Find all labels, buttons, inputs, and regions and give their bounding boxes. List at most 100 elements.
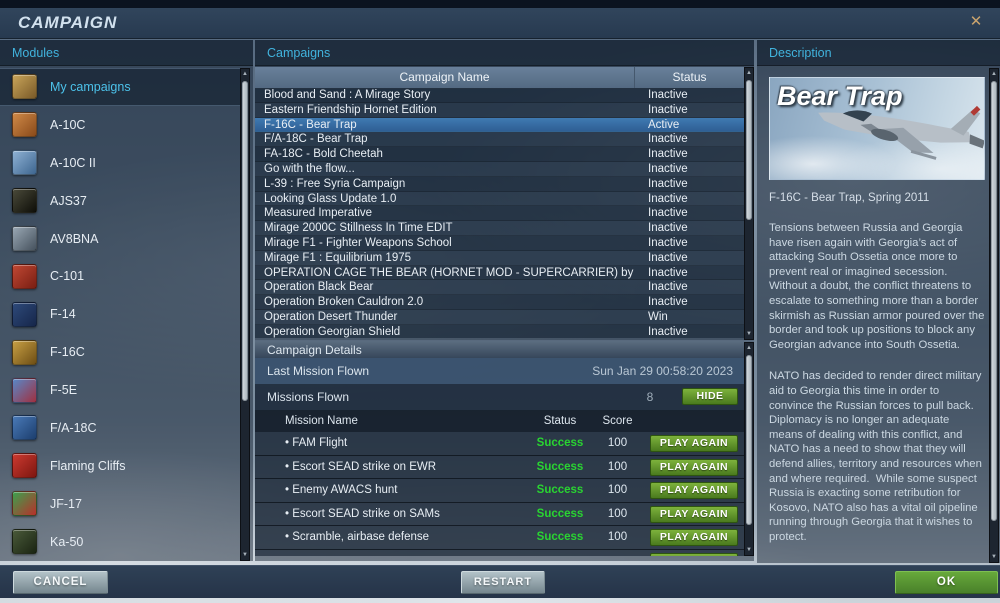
campaign-name: Operation Georgian Shield: [264, 325, 401, 338]
play-again-button[interactable]: PLAY AGAIN: [650, 505, 738, 523]
module-item[interactable]: C-101: [0, 257, 240, 295]
module-label: A-10C II: [50, 155, 96, 170]
mission-row: Scramble, airbase defense Success 100 PL…: [255, 526, 744, 550]
campaign-row[interactable]: Looking Glass Update 1.0 Inactive: [255, 191, 744, 207]
module-item[interactable]: A-10C II: [0, 144, 240, 182]
play-again-button[interactable]: PLAY AGAIN: [650, 458, 738, 476]
mission-row: Escort SEAD strike on SAMs Success 100 P…: [255, 502, 744, 526]
campaign-row[interactable]: Eastern Friendship Hornet Edition Inacti…: [255, 102, 744, 118]
campaign-row[interactable]: L-39 : Free Syria Campaign Inactive: [255, 176, 744, 192]
module-label: F-14: [50, 307, 76, 322]
image-title: Bear Trap: [777, 81, 903, 111]
campaigns-scrollbar[interactable]: [744, 67, 754, 340]
campaign-row[interactable]: Measured Imperative Inactive: [255, 206, 744, 222]
description-paragraph: Tensions between Russia and Georgia have…: [769, 222, 985, 351]
play-again-button[interactable]: PLAY AGAIN: [650, 529, 738, 546]
module-item[interactable]: My campaigns: [0, 68, 240, 106]
scroll-down-icon[interactable]: [745, 545, 753, 555]
module-item[interactable]: Ka-50: [0, 523, 240, 561]
campaign-row[interactable]: FA-18C - Bold Cheetah Inactive: [255, 147, 744, 162]
missions-flown-label: Missions Flown: [267, 390, 350, 404]
campaign-row[interactable]: Operation Black Bear Inactive: [255, 280, 744, 296]
campaign-status: Inactive: [648, 89, 688, 101]
module-item[interactable]: JF-17: [0, 485, 240, 523]
module-item[interactable]: F-14: [0, 295, 240, 333]
module-item[interactable]: F-5E: [0, 371, 240, 409]
module-icon: [12, 453, 37, 479]
mission-status: Success: [536, 507, 584, 520]
campaign-row[interactable]: Operation Desert Thunder Win: [255, 309, 744, 325]
column-mission-score: Score: [602, 415, 633, 427]
description-scrollbar[interactable]: [989, 68, 999, 563]
description-header: Description: [757, 40, 1000, 66]
campaign-status: Inactive: [648, 266, 688, 279]
module-item[interactable]: AJS37: [0, 182, 240, 220]
scrollbar-thumb[interactable]: [242, 81, 248, 401]
campaign-name: Measured Imperative: [264, 207, 373, 220]
campaign-name: F/A-18C - Bear Trap: [264, 133, 368, 146]
modules-list: My campaigns A-10C A-10C II AJS37 AV8BNA: [0, 68, 240, 561]
module-label: C-101: [50, 269, 85, 284]
close-icon[interactable]: ✕: [967, 13, 985, 31]
module-label: F/A-18C: [50, 420, 97, 435]
campaign-row[interactable]: Go with the flow... Inactive: [255, 161, 744, 177]
modules-scrollbar[interactable]: [240, 68, 250, 561]
campaign-row[interactable]: Operation Georgian Shield Inactive: [255, 324, 744, 338]
module-icon: [12, 263, 37, 289]
module-item[interactable]: F-16C: [0, 333, 240, 371]
campaign-row[interactable]: OPERATION CAGE THE BEAR (HORNET MOD - SU…: [255, 265, 744, 281]
module-icon: [12, 150, 37, 176]
mission-row: Enemy AWACS hunt Success 100 PLAY AGAIN: [255, 479, 744, 503]
module-label: AV8BNA: [50, 231, 99, 246]
hide-button[interactable]: HIDE: [682, 388, 738, 405]
campaign-status: Inactive: [648, 162, 688, 175]
campaign-row[interactable]: Mirage 2000C Stillness In Time EDIT Inac…: [255, 221, 744, 236]
play-again-button[interactable]: PLAY AGAIN: [650, 482, 738, 499]
scroll-down-icon[interactable]: [990, 552, 998, 562]
campaign-row[interactable]: Operation Broken Cauldron 2.0 Inactive: [255, 295, 744, 310]
campaign-row[interactable]: Mirage F1 : Equilibrium 1975 Inactive: [255, 250, 744, 266]
last-mission-row: Last Mission Flown Sun Jan 29 00:58:20 2…: [255, 358, 754, 384]
column-campaign-name: Campaign Name: [255, 67, 635, 88]
scroll-up-icon[interactable]: [241, 69, 249, 79]
cancel-button[interactable]: CANCEL: [13, 571, 108, 594]
ok-button[interactable]: OK: [895, 571, 998, 594]
module-item[interactable]: F/A-18C: [0, 409, 240, 447]
scroll-down-icon[interactable]: [241, 550, 249, 560]
module-label: F-16C: [50, 345, 85, 360]
restart-button[interactable]: RESTART: [461, 571, 545, 594]
mission-name: Escort SEAD strike on SAMs: [285, 503, 440, 526]
scroll-down-icon[interactable]: [745, 329, 753, 339]
module-item[interactable]: A-10C: [0, 106, 240, 144]
campaign-row[interactable]: Blood and Sand : A Mirage Story Inactive: [255, 88, 744, 103]
mission-name: Scramble, airbase defense: [285, 526, 429, 549]
scroll-up-icon[interactable]: [745, 68, 753, 78]
scroll-up-icon[interactable]: [745, 343, 753, 353]
play-again-button[interactable]: PLAY AGAIN: [650, 435, 738, 452]
mission-score: 100: [607, 531, 628, 543]
campaign-name: Operation Black Bear: [264, 281, 374, 294]
module-label: F-5E: [50, 383, 78, 398]
module-item[interactable]: Flaming Cliffs: [0, 447, 240, 485]
window-top-strip: [0, 0, 1000, 8]
mission-score: 100: [607, 460, 628, 473]
campaign-status: Inactive: [648, 325, 688, 338]
scrollbar-thumb[interactable]: [746, 355, 752, 525]
scrollbar-thumb[interactable]: [991, 81, 997, 521]
scrollbar-thumb[interactable]: [746, 80, 752, 220]
play-again-button[interactable]: PLAY AGAIN: [650, 552, 738, 556]
campaign-details-header: Campaign Details: [255, 340, 754, 358]
module-item[interactable]: AV8BNA: [0, 220, 240, 258]
campaign-name: Mirage F1 - Fighter Weapons School: [264, 236, 452, 249]
campaigns-rows: Blood and Sand : A Mirage Story Inactive…: [255, 88, 744, 338]
scroll-up-icon[interactable]: [990, 69, 998, 79]
campaign-status: Inactive: [648, 281, 688, 294]
last-mission-label: Last Mission Flown: [267, 364, 370, 378]
campaign-row[interactable]: Mirage F1 - Fighter Weapons School Inact…: [255, 235, 744, 251]
campaign-row[interactable]: F/A-18C - Bear Trap Inactive: [255, 132, 744, 148]
mission-score: 100: [607, 437, 628, 449]
missions-scrollbar[interactable]: [744, 342, 754, 556]
campaign-status: Inactive: [648, 103, 688, 116]
module-label: My campaigns: [50, 79, 131, 94]
campaign-row[interactable]: F-16C - Bear Trap Active: [255, 117, 744, 133]
